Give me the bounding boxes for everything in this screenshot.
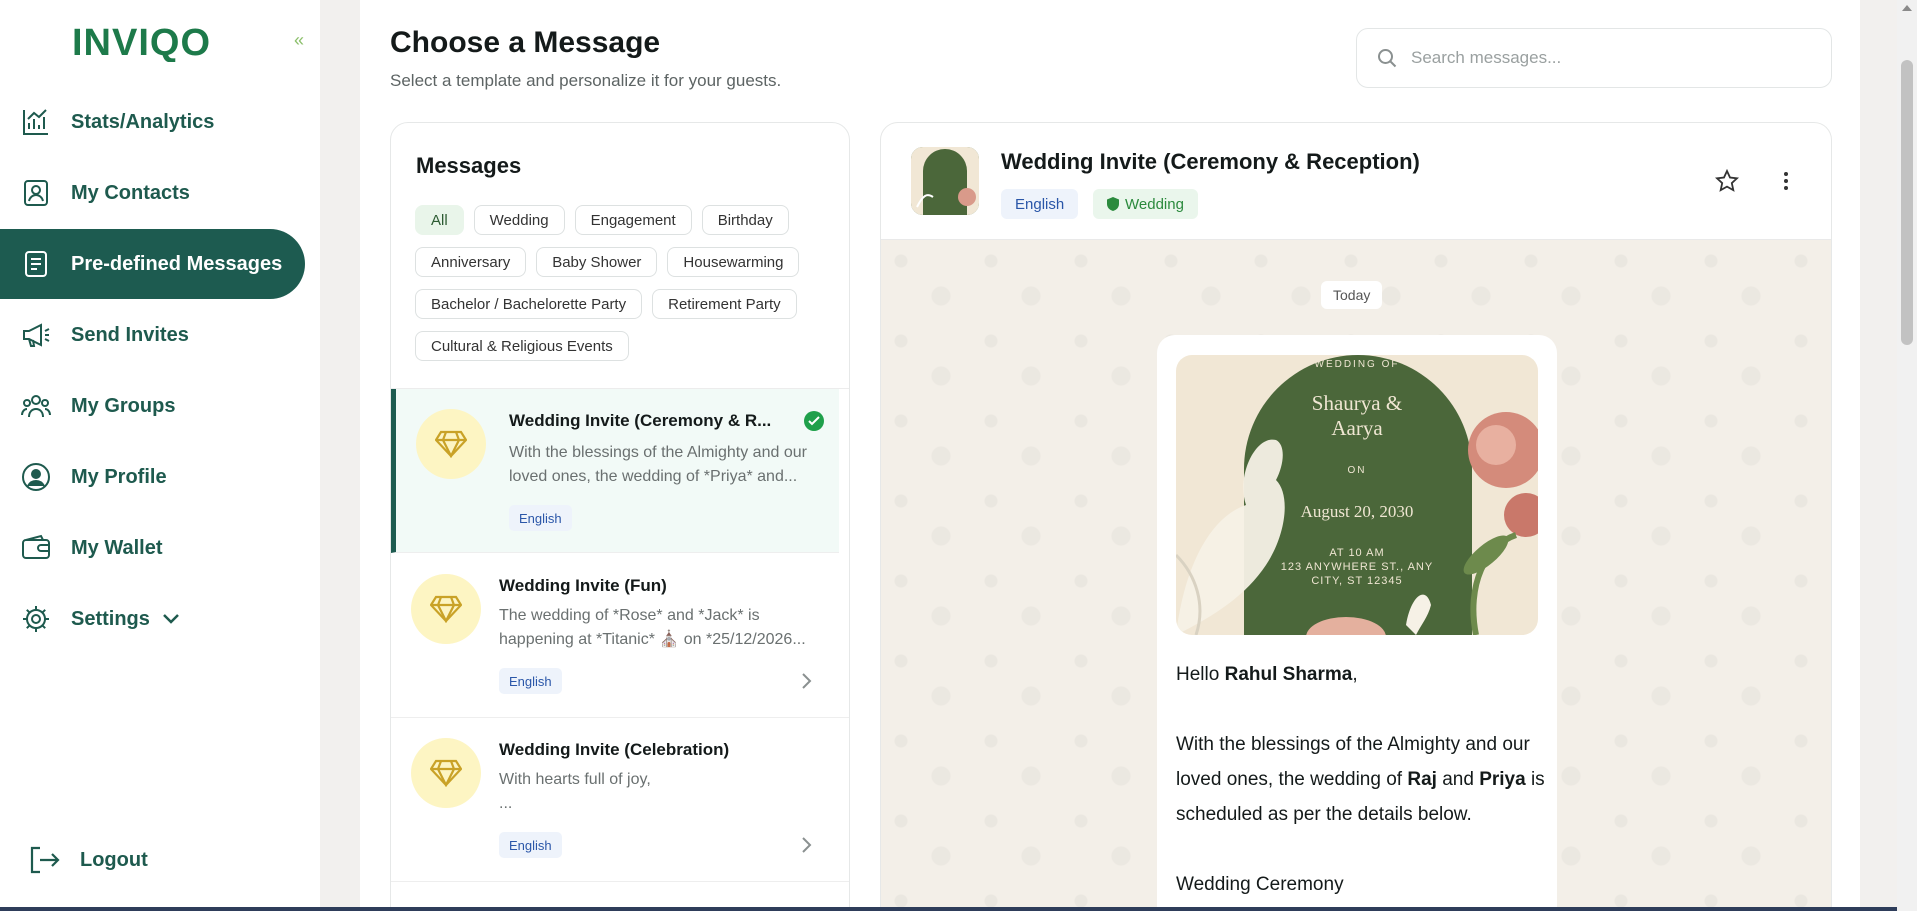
message-body: Hello Rahul Sharma, With the blessings o… [1176,657,1546,902]
message-title: Wedding Invite (Celebration) [499,740,730,759]
selected-check-icon [804,411,824,431]
section-heading: Wedding Ceremony [1176,874,1344,895]
chip-retirement-party[interactable]: Retirement Party [652,289,797,319]
card-names-line-1: Shaurya & [1311,391,1403,415]
search-input[interactable] [1411,48,1811,68]
sidebar-item-settings[interactable]: Settings [0,584,305,654]
scrollbar-thumb[interactable] [1901,60,1913,345]
invitation-card-image: WEDDING OF Shaurya & Aarya ON August 20,… [1176,355,1538,635]
list-item[interactable]: Wedding Invite (Celebration) With hearts… [391,718,849,882]
sidebar-item-label: My Contacts [71,181,190,204]
list-item[interactable]: Wedding Invite (Ceremony & R... With the… [391,389,839,553]
svg-text:INVIQO: INVIQO [72,22,211,62]
category-chips: All Wedding Engagement Birthday Annivers… [415,205,835,361]
groups-icon [20,390,52,422]
scroll-up-icon[interactable] [1902,5,1912,11]
chip-housewarming[interactable]: Housewarming [667,247,800,277]
chip-baby-shower[interactable]: Baby Shower [536,247,658,277]
card-on: ON [1347,465,1367,476]
chip-anniversary[interactable]: Anniversary [415,247,527,277]
chevron-down-icon[interactable] [162,613,180,625]
messages-panel: Messages All Wedding Engagement Birthday… [390,122,850,911]
language-tag: English [1001,189,1079,219]
message-title: Wedding Invite (Fun) [499,576,667,595]
wallet-icon [20,532,52,564]
sidebar-item-label: Settings [71,607,150,630]
diamond-icon [411,738,481,808]
list-item[interactable]: Wedding Invite (Fun) The wedding of *Ros… [391,554,849,718]
chevron-right-icon[interactable] [801,672,813,690]
page-scrollbar[interactable] [1897,0,1917,911]
card-date: August 20, 2030 [1300,502,1414,521]
language-badge: English [499,832,562,858]
logout-button[interactable]: Logout [28,845,148,875]
search-box[interactable] [1356,28,1832,88]
window-bottom-edge [0,907,1897,911]
message-bubble: WEDDING OF Shaurya & Aarya ON August 20,… [1157,335,1557,911]
guest-name: Rahul Sharma [1224,664,1353,685]
sidebar-item-label: Pre-defined Messages [71,252,283,275]
sidebar-item-wallet[interactable]: My Wallet [0,513,305,583]
logout-label: Logout [80,848,148,871]
sidebar-item-send-invites[interactable]: Send Invites [0,300,305,370]
sidebar-item-predefined-messages[interactable]: Pre-defined Messages [0,229,305,299]
chip-wedding[interactable]: Wedding [473,205,565,235]
chip-all[interactable]: All [415,205,464,235]
diamond-icon [416,409,486,479]
card-header: WEDDING OF [1314,359,1400,370]
sidebar-item-profile[interactable]: My Profile [0,442,305,512]
sidebar-item-groups[interactable]: My Groups [0,371,305,441]
sidebar-item-label: Send Invites [71,323,189,346]
page-title: Choose a Message [390,26,661,59]
message-preview: The wedding of *Rose* and *Jack* is happ… [499,607,806,648]
language-badge: English [499,668,562,694]
gear-icon [20,603,52,635]
day-separator: Today [1321,281,1383,309]
shield-icon [1107,197,1119,211]
sidebar-item-label: My Wallet [71,536,163,559]
message-title: Wedding Invite (Ceremony & R... [509,411,772,430]
messages-icon [20,248,52,280]
invite-thumbnail [911,147,979,215]
category-tag-label: Wedding [1125,195,1184,213]
chip-cultural-events[interactable]: Cultural & Religious Events [415,331,629,361]
language-badge: English [509,505,572,531]
main-content: Choose a Message Select a template and p… [360,0,1860,911]
message-preview-panel: Wedding Invite (Ceremony & Reception) En… [880,122,1832,911]
message-preview: With hearts full of joy, ... [499,771,651,812]
chart-icon [20,106,52,138]
card-address-2: CITY, ST 12345 [1311,575,1403,587]
message-preview: With the blessings of the Almighty and o… [509,444,807,485]
preview-header: Wedding Invite (Ceremony & Reception) En… [881,123,1831,240]
chevron-right-icon[interactable] [801,836,813,854]
page-subtitle: Select a template and personalize it for… [390,71,782,90]
card-names-line-2: Aarya [1331,416,1383,440]
messages-heading: Messages [416,153,522,178]
more-options-icon[interactable] [1783,171,1789,191]
diamond-icon [411,574,481,644]
megaphone-icon [20,319,52,351]
contacts-icon [20,177,52,209]
search-icon [1378,49,1397,68]
chip-birthday[interactable]: Birthday [701,205,789,235]
chat-background: Today WEDDING OF Shaurya & Aarya ON Augu… [881,241,1831,911]
star-icon[interactable] [1715,169,1739,193]
sidebar-item-label: My Groups [71,394,176,417]
preview-title: Wedding Invite (Ceremony & Reception) [1001,149,1420,174]
chip-bachelor-party[interactable]: Bachelor / Bachelorette Party [415,289,643,319]
card-time: AT 10 AM [1329,547,1385,559]
sidebar-item-label: Stats/Analytics [71,110,215,133]
category-tag: Wedding [1093,189,1198,219]
profile-icon [20,461,52,493]
sidebar-item-stats[interactable]: Stats/Analytics [0,87,305,157]
collapse-sidebar-icon[interactable]: « [294,30,304,51]
logout-icon [30,846,60,874]
sidebar: INVIQO « Stats/Analytics My Contacts Pre… [0,0,320,911]
sidebar-item-contacts[interactable]: My Contacts [0,158,305,228]
brand-logo[interactable]: INVIQO [72,18,222,62]
card-address-1: 123 ANYWHERE ST., ANY [1280,561,1434,573]
sidebar-item-label: My Profile [71,465,167,488]
chip-engagement[interactable]: Engagement [574,205,692,235]
